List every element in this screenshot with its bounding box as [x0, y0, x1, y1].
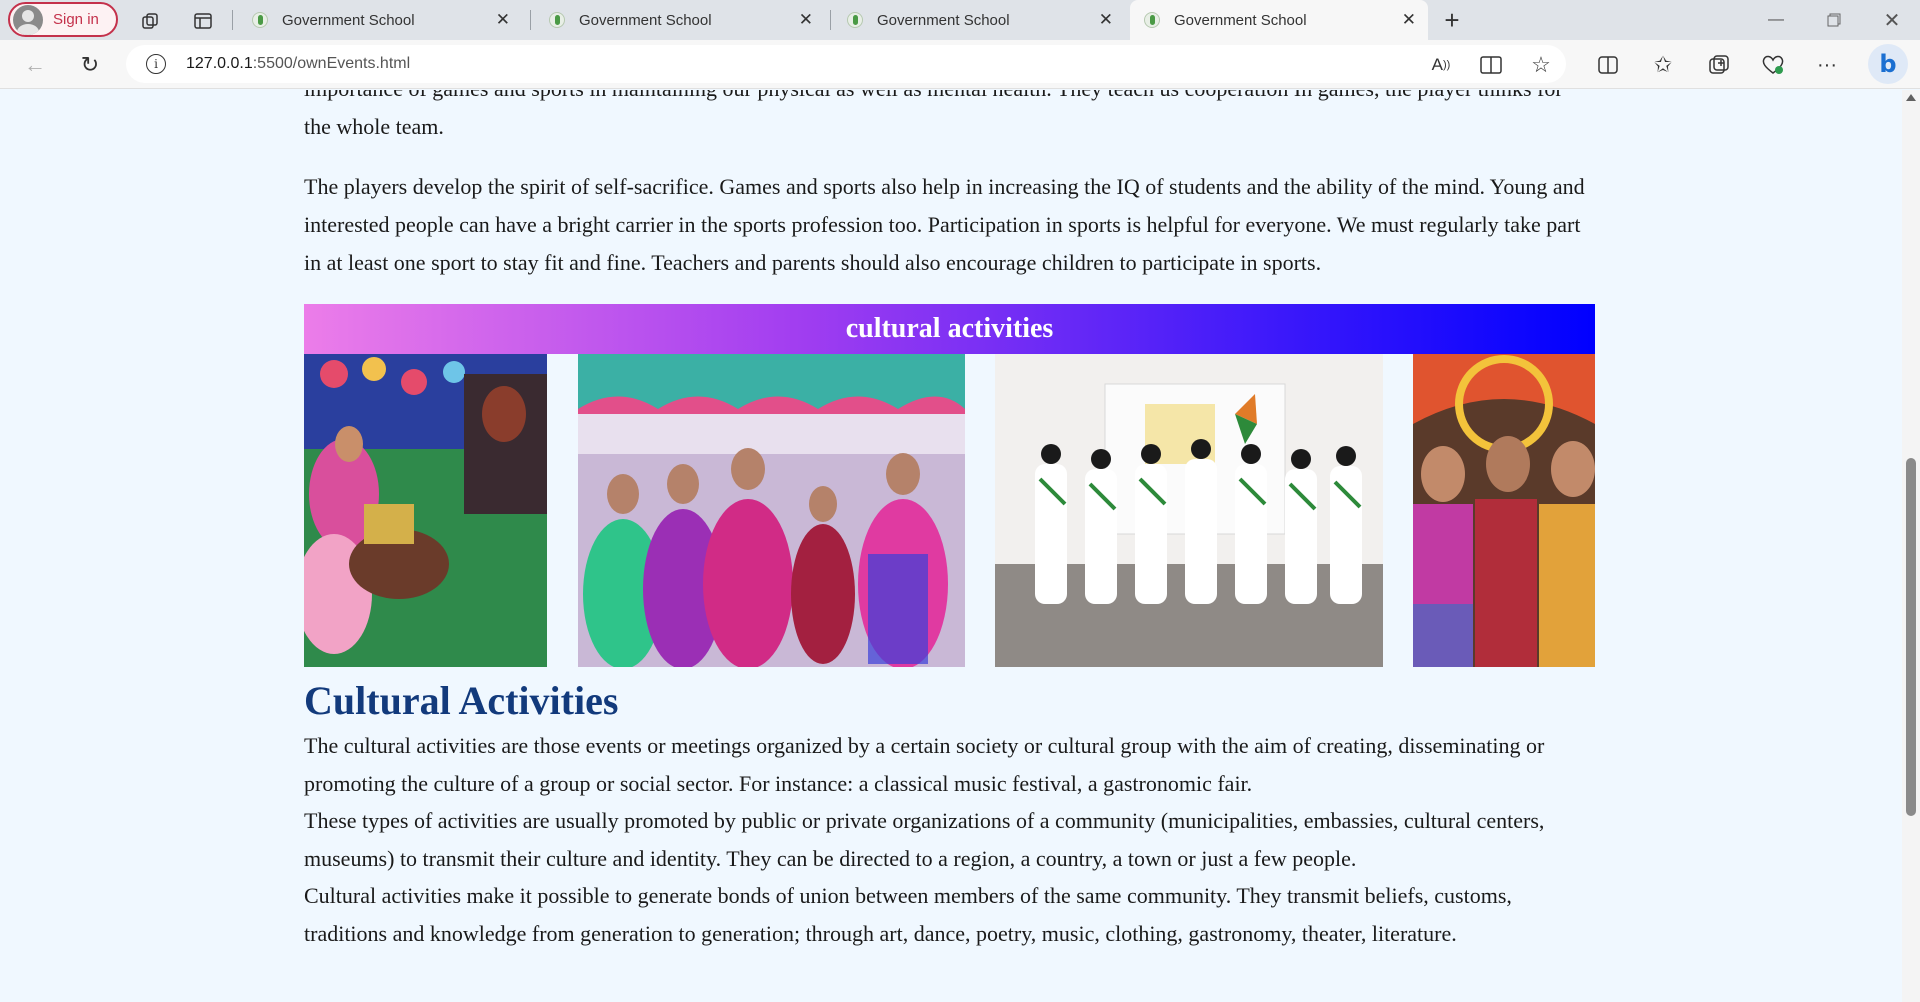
close-tab-icon[interactable]: ✕	[496, 10, 510, 30]
cultural-paragraph-2: These types of activities are usually pr…	[304, 808, 1545, 871]
cultural-gallery	[304, 354, 1595, 667]
tab-1[interactable]: Government School ✕	[238, 0, 522, 40]
school-favicon-icon	[549, 12, 565, 28]
favorite-star-icon[interactable]: ☆	[1528, 52, 1554, 78]
scroll-up-arrow-icon[interactable]	[1906, 94, 1916, 101]
sign-in-button[interactable]: Sign in	[8, 2, 118, 37]
sports-paragraph-1: importance of games and sports in mainta…	[304, 90, 1563, 139]
bing-copilot-icon[interactable]: b	[1868, 44, 1908, 84]
new-tab-icon[interactable]: +	[1438, 5, 1466, 35]
school-favicon-icon	[1144, 12, 1160, 28]
tab-separator	[232, 10, 233, 30]
cultural-activities-text: The cultural activities are those events…	[304, 727, 1595, 952]
address-toolbar: ← ↻ i 127.0.0.1:5500/ownEvents.html	[0, 40, 1920, 89]
cultural-photo-2	[578, 354, 965, 667]
favorites-icon[interactable]: ✩	[1650, 52, 1676, 78]
school-favicon-icon	[252, 12, 268, 28]
cultural-photo-1	[304, 354, 547, 667]
profile-avatar-icon	[13, 4, 43, 35]
scrollbar-thumb[interactable]	[1906, 458, 1916, 816]
restore-icon[interactable]	[1806, 0, 1862, 40]
close-tab-icon[interactable]: ✕	[799, 10, 813, 30]
tab-separator	[830, 10, 831, 30]
cultural-activities-banner: cultural activities	[304, 304, 1595, 354]
tab-title: Government School	[282, 11, 415, 29]
tab-2[interactable]: Government School ✕	[535, 0, 825, 40]
tab-4-active[interactable]: Government School ✕	[1130, 0, 1428, 40]
tab-title: Government School	[1174, 11, 1307, 29]
address-field[interactable]: i 127.0.0.1:5500/ownEvents.html	[126, 45, 1566, 83]
cultural-photo-3	[995, 354, 1383, 667]
url-text: 127.0.0.1:5500/ownEvents.html	[186, 55, 410, 73]
browser-essentials-icon[interactable]	[1760, 52, 1786, 78]
cultural-paragraph-1: The cultural activities are those events…	[304, 733, 1545, 796]
page-content: importance of games and sports in mainta…	[304, 90, 1595, 952]
tab-title: Government School	[877, 11, 1010, 29]
banner-title: cultural activities	[845, 313, 1054, 344]
close-tab-icon[interactable]: ✕	[1402, 10, 1416, 30]
tab-separator	[530, 10, 531, 30]
close-window-icon[interactable]: ✕	[1864, 0, 1920, 40]
site-info-icon[interactable]: i	[146, 54, 166, 74]
tab-actions-icon[interactable]	[190, 8, 216, 34]
cultural-paragraph-3: Cultural activities make it possible to …	[304, 883, 1512, 946]
more-menu-icon[interactable]: ···	[1814, 52, 1840, 78]
refresh-icon[interactable]: ↻	[75, 50, 105, 80]
school-favicon-icon	[847, 12, 863, 28]
workspaces-icon[interactable]	[138, 8, 164, 34]
url-host: 127.0.0.1	[186, 55, 253, 72]
read-aloud-icon[interactable]: A))	[1428, 52, 1454, 78]
collections-icon[interactable]	[1706, 52, 1732, 78]
close-tab-icon[interactable]: ✕	[1099, 10, 1113, 30]
url-path: :5500/ownEvents.html	[252, 55, 411, 72]
tab-3[interactable]: Government School ✕	[833, 0, 1125, 40]
sports-paragraph-2: The players develop the spirit of self-s…	[304, 174, 1585, 275]
tab-strip: Sign in Government School ✕ Government S…	[0, 0, 1920, 40]
cultural-photo-4	[1413, 354, 1595, 667]
tab-title: Government School	[579, 11, 712, 29]
back-icon[interactable]: ←	[20, 50, 50, 80]
minimize-icon[interactable]: —	[1748, 0, 1804, 40]
page-scrollbar[interactable]	[1902, 90, 1920, 1002]
sign-in-label: Sign in	[53, 11, 99, 28]
cultural-activities-heading: Cultural Activities	[304, 678, 619, 723]
page-viewport: importance of games and sports in mainta…	[0, 90, 1902, 1002]
split-screen-icon[interactable]	[1595, 52, 1621, 78]
immersive-reader-icon[interactable]	[1478, 52, 1504, 78]
